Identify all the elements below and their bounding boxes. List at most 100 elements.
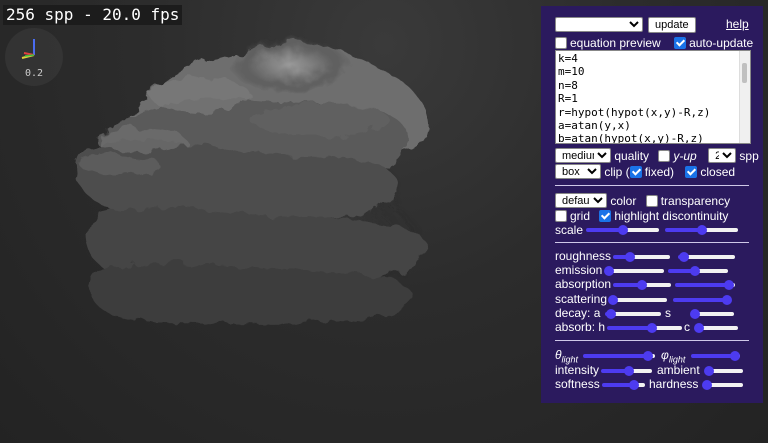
ambient-slider[interactable]: [703, 366, 743, 376]
absorption-slider-2[interactable]: [675, 280, 735, 290]
equation-scrollbar[interactable]: [739, 51, 750, 143]
absorption-label: absorption: [555, 277, 612, 291]
hardness-slider[interactable]: [701, 380, 743, 390]
equation-line: n=8: [558, 78, 578, 92]
slider-track[interactable]: [699, 326, 738, 330]
slider-track[interactable]: [708, 369, 743, 373]
emission-slider-2[interactable]: [668, 266, 728, 276]
slider-fill: [675, 283, 729, 287]
slider-track[interactable]: [706, 383, 743, 387]
quality-label: quality: [614, 148, 650, 163]
slider-knob[interactable]: [724, 280, 734, 290]
absorb-h-label: absorb: h: [555, 320, 606, 334]
slider-fill: [583, 354, 648, 358]
fixed-checkbox[interactable]: [629, 165, 642, 178]
equation-preview-label: equation preview: [570, 35, 661, 50]
slider-fill: [673, 298, 728, 302]
slider-track[interactable]: [701, 228, 738, 232]
slider-knob[interactable]: [703, 366, 714, 376]
decay-a-label: decay: a: [555, 306, 601, 320]
divider: [555, 185, 749, 186]
phi-light-slider[interactable]: [691, 351, 741, 361]
scale-slider-2[interactable]: [665, 225, 738, 235]
transparency-label: transparency: [660, 193, 731, 208]
slider-track[interactable]: [608, 269, 664, 273]
equation-editor[interactable]: k=4 m=10 n=8 R=1 r=hypot(hypot(x,y)-R,z)…: [555, 50, 751, 144]
softness-slider[interactable]: [602, 380, 645, 390]
theta-light-slider[interactable]: [583, 351, 655, 361]
emission-slider-1[interactable]: [603, 266, 664, 276]
slider-knob[interactable]: [624, 366, 635, 376]
slider-knob[interactable]: [603, 266, 614, 276]
equation-line: k=4: [558, 52, 578, 65]
equation-line: m=10: [558, 65, 585, 79]
slider-track[interactable]: [612, 298, 667, 302]
roughness-slider-1[interactable]: [613, 252, 670, 262]
divider: [555, 242, 749, 243]
slider-knob[interactable]: [696, 225, 707, 235]
hardness-label: hardness: [649, 377, 699, 391]
equation-preview-checkbox[interactable]: [555, 36, 567, 49]
scattering-slider-1[interactable]: [607, 295, 667, 305]
slider-knob[interactable]: [607, 295, 618, 305]
intensity-label: intensity: [555, 363, 600, 377]
spp-select[interactable]: 2⁸: [708, 148, 737, 164]
y-up-label: y-up: [673, 148, 697, 163]
quality-select[interactable]: medium: [555, 148, 611, 164]
decay-a-slider[interactable]: [605, 309, 661, 319]
slider-knob[interactable]: [617, 225, 628, 235]
spp-label: spp: [739, 148, 759, 163]
slider-knob[interactable]: [647, 323, 657, 333]
slider-track[interactable]: [622, 228, 659, 232]
divider: [555, 340, 749, 341]
roughness-slider-2[interactable]: [678, 252, 735, 262]
clip-select[interactable]: box: [555, 164, 601, 180]
clip-label: clip (: [604, 164, 630, 179]
emission-label: emission: [555, 263, 603, 277]
slider-knob[interactable]: [605, 309, 616, 319]
softness-label: softness: [555, 377, 600, 391]
scale-slider-1[interactable]: [586, 225, 659, 235]
transparency-checkbox[interactable]: [645, 194, 658, 207]
slider-knob[interactable]: [701, 380, 712, 390]
control-panel: update help equation preview auto-update…: [541, 6, 763, 403]
scattering-label: scattering: [555, 292, 608, 306]
axes-scale-value: 0.2: [24, 68, 44, 79]
y-up-checkbox[interactable]: [658, 149, 671, 162]
slider-track[interactable]: [630, 255, 670, 259]
auto-update-label: auto-update: [689, 35, 754, 50]
slider-fill: [691, 354, 736, 358]
intensity-slider[interactable]: [601, 366, 652, 376]
slider-knob[interactable]: [694, 323, 705, 333]
update-button[interactable]: update: [648, 17, 696, 33]
decay-s-slider[interactable]: [690, 309, 734, 319]
preset-select[interactable]: [555, 17, 643, 32]
slider-knob[interactable]: [690, 266, 700, 276]
equation-line: a=atan(y,x): [558, 119, 631, 133]
slider-knob[interactable]: [642, 351, 653, 361]
closed-label: closed: [700, 164, 736, 179]
scrollbar-thumb[interactable]: [742, 63, 747, 83]
slider-fill: [607, 326, 652, 330]
absorb-c-label: c: [684, 320, 690, 334]
absorb-h-slider[interactable]: [607, 323, 682, 333]
theta-light-label: θlight: [555, 348, 579, 365]
equation-line: r=hypot(hypot(x,y)-R,z): [558, 105, 711, 119]
decay-s-label: s: [665, 306, 671, 320]
auto-update-checkbox[interactable]: [674, 36, 687, 49]
slider-track[interactable]: [610, 312, 661, 316]
equation-line: R=1: [558, 92, 578, 106]
axes-gizmo[interactable]: 0.2: [5, 28, 63, 86]
slider-track[interactable]: [695, 312, 734, 316]
scattering-slider-2[interactable]: [673, 295, 733, 305]
closed-checkbox[interactable]: [685, 165, 698, 178]
help-link[interactable]: help: [726, 17, 749, 31]
absorb-c-slider[interactable]: [694, 323, 738, 333]
slider-knob[interactable]: [678, 252, 689, 262]
slider-knob[interactable]: [637, 280, 647, 290]
equation-line: b=atan(hypot(x,y)-R,z): [558, 132, 704, 144]
slider-track[interactable]: [683, 255, 735, 259]
ambient-label: ambient: [657, 363, 700, 377]
roughness-label: roughness: [555, 249, 612, 263]
absorption-slider-1[interactable]: [613, 280, 671, 290]
